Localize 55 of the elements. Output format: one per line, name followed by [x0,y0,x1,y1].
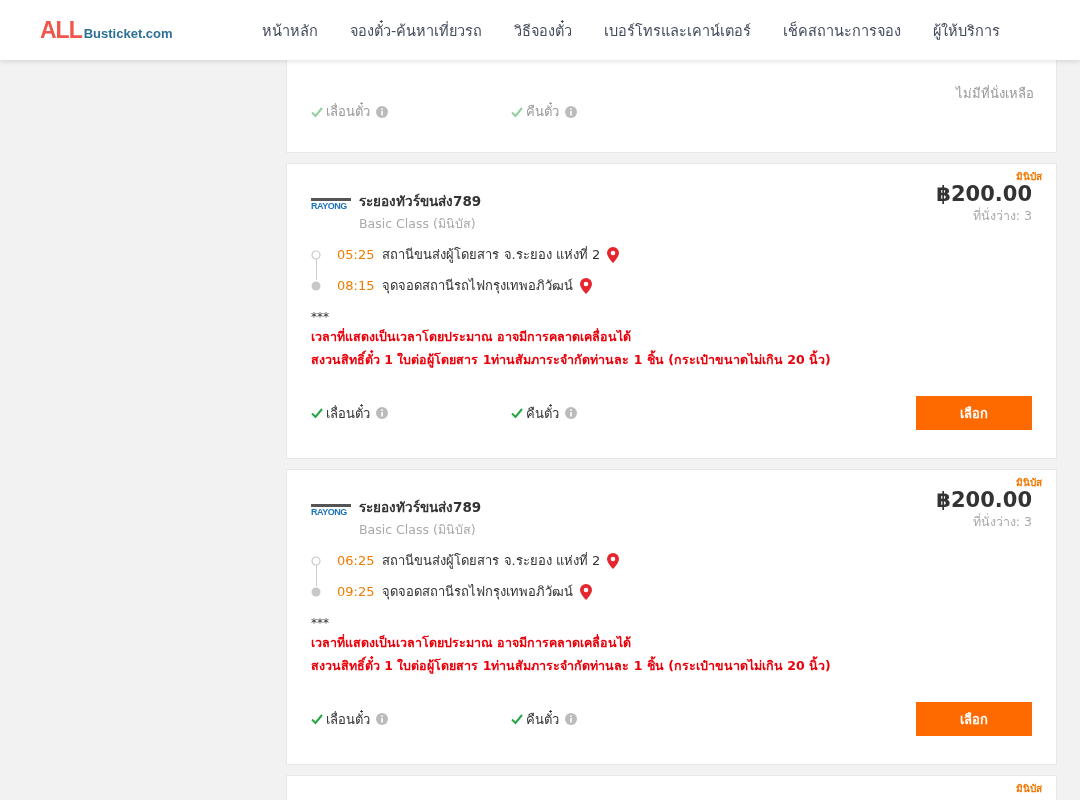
info-icon [565,713,577,725]
map-pin-icon [579,276,594,295]
note-mark: *** [311,310,330,324]
policy-label: คืนตั๋ว [526,101,559,121]
origin-dot-icon [311,555,321,566]
bus-class: Basic Class (มินิบัส) [359,521,477,539]
info-icon [565,105,577,118]
notice-text: เวลาที่แสดงเป็นเวลาโดยประมาณ อาจมีการคลาดเคลื่อนได้ [311,327,633,346]
price: ฿200.00 [936,488,1032,512]
operator-name: ระยองทัวร์ขนส่ง789 [359,192,483,211]
info-icon [376,407,388,419]
nav-link[interactable]: เบอร์โทรและเคาน์เตอร์ [604,18,752,42]
nav-link[interactable]: วิธีจองตั๋ว [514,18,573,42]
operator-logo: RAYONG [311,504,351,517]
bus-type-label: มินิบัส [1016,782,1042,796]
notice-text: สงวนสิทธิ์ตั๋ว 1 ใบต่อผู้โดยสาร 1ท่านสัมภาระจำกัดท่านละ 1 ชิ้น (กระเป๋าขนาดไม่เกิน 20 นิ้ว) [311,350,832,370]
destination-dot-icon [311,280,321,291]
nav-link[interactable]: เช็คสถานะการจอง [783,18,902,42]
info-icon [565,407,577,419]
policy-label: เลื่อนตั๋ว [326,709,370,729]
policy-label: เลื่อนตั๋ว [326,403,370,423]
bus-type-label: มินิบัส [1016,476,1042,490]
stop-name: สถานีขนส่งผู้โดยสาร จ.ระยอง แห่งที่ 2 [382,551,601,571]
departure-time: 06:25 [337,553,375,568]
price: ฿200.00 [936,182,1032,206]
note-mark: *** [311,616,330,630]
info-icon [376,105,388,118]
departure-time: 09:25 [337,584,375,599]
bus-type-label: มินิบัส [1016,170,1042,184]
site-logo[interactable]: ALLBusticket.com [40,16,260,44]
policy-label: เลื่อนตั๋ว [326,101,370,121]
stop-name: จุดจอดสถานีรถไฟกรุงเทพอภิวัฒน์ [382,583,574,602]
seats-available: ที่นั่งว่าง: 3 [971,206,1032,225]
sold-out-text: ไม่มีที่นั่งเหลือ [956,84,1034,103]
nav-link[interactable]: ผู้ให้บริการ [933,18,1001,42]
departure-time: 08:15 [337,278,375,293]
map-pin-icon [606,551,621,570]
departure-time: 05:25 [337,247,375,262]
operator-logo: RAYONG [311,198,351,211]
seats-available: ที่นั่งว่าง: 3 [971,512,1032,531]
origin-dot-icon [311,249,321,260]
policy-label: คืนตั๋ว [526,709,559,729]
map-pin-icon [579,582,594,601]
map-pin-icon [606,245,621,264]
stop-name: สถานีขนส่งผู้โดยสาร จ.ระยอง แห่งที่ 2 [382,245,601,265]
info-icon [376,713,388,725]
nav-link[interactable]: จองตั๋ว-ค้นหาเที่ยวรถ [350,18,483,42]
bus-class: Basic Class (มินิบัส) [359,215,477,233]
notice-text: เวลาที่แสดงเป็นเวลาโดยประมาณ อาจมีการคลาดเคลื่อนได้ [311,633,633,652]
destination-dot-icon [311,586,321,597]
stop-name: จุดจอดสถานีรถไฟกรุงเทพอภิวัฒน์ [382,277,574,296]
operator-name: ระยองทัวร์ขนส่ง789 [359,498,483,517]
nav-link[interactable]: หน้าหลัก [262,18,318,42]
policy-label: คืนตั๋ว [526,403,559,423]
notice-text: สงวนสิทธิ์ตั๋ว 1 ใบต่อผู้โดยสาร 1ท่านสัมภาระจำกัดท่านละ 1 ชิ้น (กระเป๋าขนาดไม่เกิน 20 นิ้ว) [311,656,832,676]
